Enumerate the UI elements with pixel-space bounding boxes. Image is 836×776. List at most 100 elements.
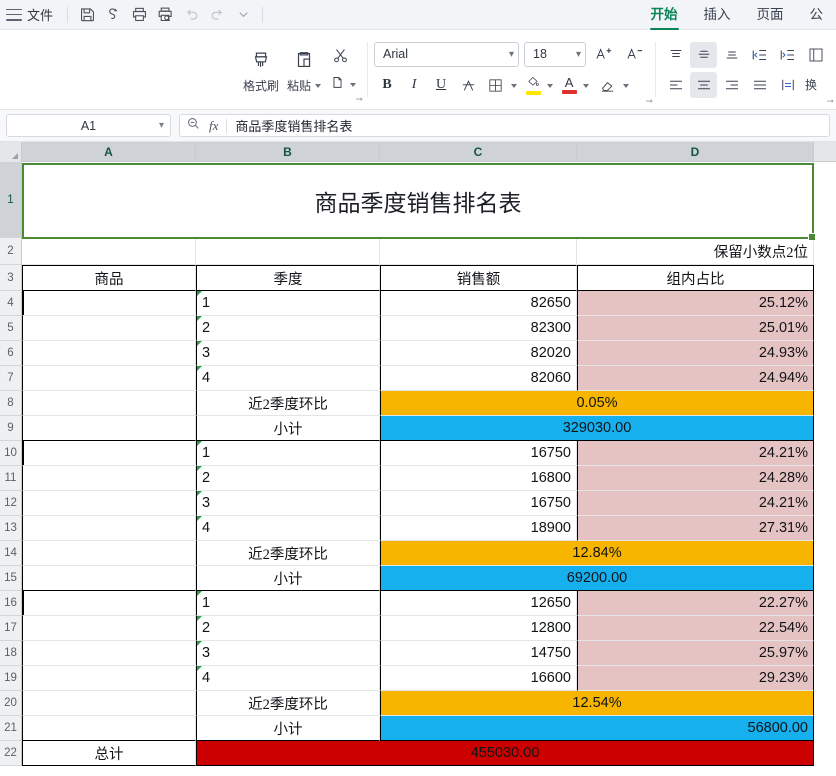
zoom-out-icon[interactable] — [186, 116, 201, 136]
header-share[interactable]: 组内占比 — [577, 265, 814, 291]
cell-quarter-0-3[interactable]: 4 — [196, 366, 380, 391]
bold-button[interactable]: B — [374, 73, 400, 98]
chevron-down-icon[interactable] — [547, 84, 553, 88]
label-qoq-0[interactable]: 近2季度环比 — [196, 391, 380, 416]
cell-product-2-1[interactable] — [22, 616, 196, 641]
cell-share-1-3[interactable]: 27.31% — [577, 516, 814, 541]
header-product[interactable]: 商品 — [22, 265, 196, 291]
copy-button[interactable] — [325, 71, 360, 97]
undo-icon[interactable] — [178, 2, 204, 28]
cell-product-1-1[interactable] — [22, 466, 196, 491]
align-justify-button[interactable] — [746, 72, 773, 98]
tab-home[interactable]: 开始 — [638, 2, 691, 30]
align-middle-button[interactable] — [690, 42, 717, 68]
tab-page-layout[interactable]: 页面 — [744, 2, 797, 30]
decrease-indent-button[interactable] — [746, 42, 773, 68]
row-header-9[interactable]: 9 — [0, 416, 21, 441]
chevron-down-icon[interactable] — [230, 2, 256, 28]
cell-sales-2-0[interactable]: 12650 — [380, 591, 577, 616]
cell-subtotal-value-0[interactable]: 329030.00 — [380, 416, 814, 441]
cell-c2[interactable] — [380, 238, 577, 265]
row-header-7[interactable]: 7 — [0, 366, 21, 391]
cell-share-2-2[interactable]: 25.97% — [577, 641, 814, 666]
cell-quarter-1-0[interactable]: 1 — [196, 441, 380, 466]
cell-sales-0-0[interactable]: 82650 — [380, 291, 577, 316]
cell-sales-1-1[interactable]: 16800 — [380, 466, 577, 491]
cell-qoq-value-2[interactable]: 12.54% — [380, 691, 814, 716]
label-qoq-1[interactable]: 近2季度环比 — [196, 541, 380, 566]
header-sales[interactable]: 销售额 — [380, 265, 577, 291]
cell-qoq-value-0[interactable]: 0.05% — [380, 391, 814, 416]
cell-share-2-3[interactable]: 29.23% — [577, 666, 814, 691]
tab-insert[interactable]: 插入 — [691, 2, 744, 30]
cell-subtotal-value-1[interactable]: 69200.00 — [380, 566, 814, 591]
cell-quarter-1-2[interactable]: 3 — [196, 491, 380, 516]
clear-format-button[interactable] — [594, 73, 620, 98]
label-subtotal-2[interactable]: 小计 — [196, 716, 380, 741]
hamburger-icon[interactable] — [6, 9, 22, 21]
cell-quarter-1-3[interactable]: 4 — [196, 516, 380, 541]
cell-quarter-0-0[interactable]: 1 — [196, 291, 380, 316]
cell-product-spacer-sub-0[interactable] — [22, 416, 196, 441]
file-menu-button[interactable]: 文件 — [25, 5, 61, 24]
increase-indent-button[interactable] — [774, 42, 801, 68]
cell-d2-note[interactable]: 保留小数点2位 — [577, 238, 814, 265]
cell-product-spacer-qoq-0[interactable] — [22, 391, 196, 416]
cell-share-1-1[interactable]: 24.28% — [577, 466, 814, 491]
row-header-5[interactable]: 5 — [0, 316, 21, 341]
column-header-d[interactable]: D — [577, 142, 814, 161]
align-bottom-button[interactable] — [718, 42, 745, 68]
cell-product-2-3[interactable] — [22, 666, 196, 691]
row-header-8[interactable]: 8 — [0, 391, 21, 416]
cell-sales-2-3[interactable]: 16600 — [380, 666, 577, 691]
label-qoq-2[interactable]: 近2季度环比 — [196, 691, 380, 716]
cell-grand-total-value[interactable]: 455030.00 — [196, 741, 814, 766]
merge-cells-button[interactable] — [802, 42, 829, 68]
cell-quarter-2-0[interactable]: 1 — [196, 591, 380, 616]
chevron-down-icon[interactable] — [623, 84, 629, 88]
cell-product-merged-0[interactable]: PURA70 — [23, 291, 196, 316]
cell-share-0-3[interactable]: 24.94% — [577, 366, 814, 391]
strikethrough-button[interactable] — [455, 73, 481, 98]
cell-sales-1-0[interactable]: 16750 — [380, 441, 577, 466]
cell-product-0-3[interactable] — [22, 366, 196, 391]
tab-formulas[interactable]: 公 — [797, 2, 836, 30]
cell-product-spacer-sub-1[interactable] — [22, 566, 196, 591]
chevron-down-icon[interactable]: ▾ — [159, 120, 164, 131]
row-header-15[interactable]: 15 — [0, 566, 21, 591]
cell-a2[interactable] — [22, 238, 196, 265]
cell-b2[interactable] — [196, 238, 380, 265]
cell-share-1-0[interactable]: 24.21% — [577, 441, 814, 466]
alignment-dialog-launcher[interactable]: ➞ — [826, 96, 834, 107]
redo-icon[interactable] — [204, 2, 230, 28]
row-header-21[interactable]: 21 — [0, 716, 21, 741]
row-header-16[interactable]: 16 — [0, 591, 21, 616]
cell-sales-0-2[interactable]: 82020 — [380, 341, 577, 366]
row-header-14[interactable]: 14 — [0, 541, 21, 566]
cell-share-0-0[interactable]: 25.12% — [577, 291, 814, 316]
row-header-12[interactable]: 12 — [0, 491, 21, 516]
cell-subtotal-value-2[interactable]: 56800.00 — [380, 716, 814, 741]
label-subtotal-1[interactable]: 小计 — [196, 566, 380, 591]
decrease-font-size-button[interactable] — [622, 42, 648, 67]
cell-product-1-0[interactable]: 笔记本电脑 — [22, 441, 196, 466]
cell-product-2-0[interactable]: 台式电脑 — [22, 591, 196, 616]
cell-sales-0-3[interactable]: 82060 — [380, 366, 577, 391]
label-subtotal-0[interactable]: 小计 — [196, 416, 380, 441]
row-header-11[interactable]: 11 — [0, 466, 21, 491]
save-icon[interactable] — [74, 2, 100, 28]
cell-quarter-2-3[interactable]: 4 — [196, 666, 380, 691]
cell-share-0-2[interactable]: 24.93% — [577, 341, 814, 366]
column-header-a[interactable]: A — [22, 142, 196, 161]
format-painter-button[interactable]: 格式刷 — [239, 44, 283, 96]
cell-sales-2-1[interactable]: 12800 — [380, 616, 577, 641]
row-header-17[interactable]: 17 — [0, 616, 21, 641]
cell-product-merged-1[interactable]: 笔记本电脑 — [23, 441, 196, 466]
cell-quarter-1-1[interactable]: 2 — [196, 466, 380, 491]
cell-product-0-0[interactable]: PURA70 — [22, 291, 196, 316]
cell-quarter-0-1[interactable]: 2 — [196, 316, 380, 341]
chevron-down-icon[interactable] — [583, 84, 589, 88]
cell-product-merged-2[interactable]: 台式电脑 — [23, 591, 196, 616]
print-preview-icon[interactable] — [152, 2, 178, 28]
cell-product-2-2[interactable] — [22, 641, 196, 666]
